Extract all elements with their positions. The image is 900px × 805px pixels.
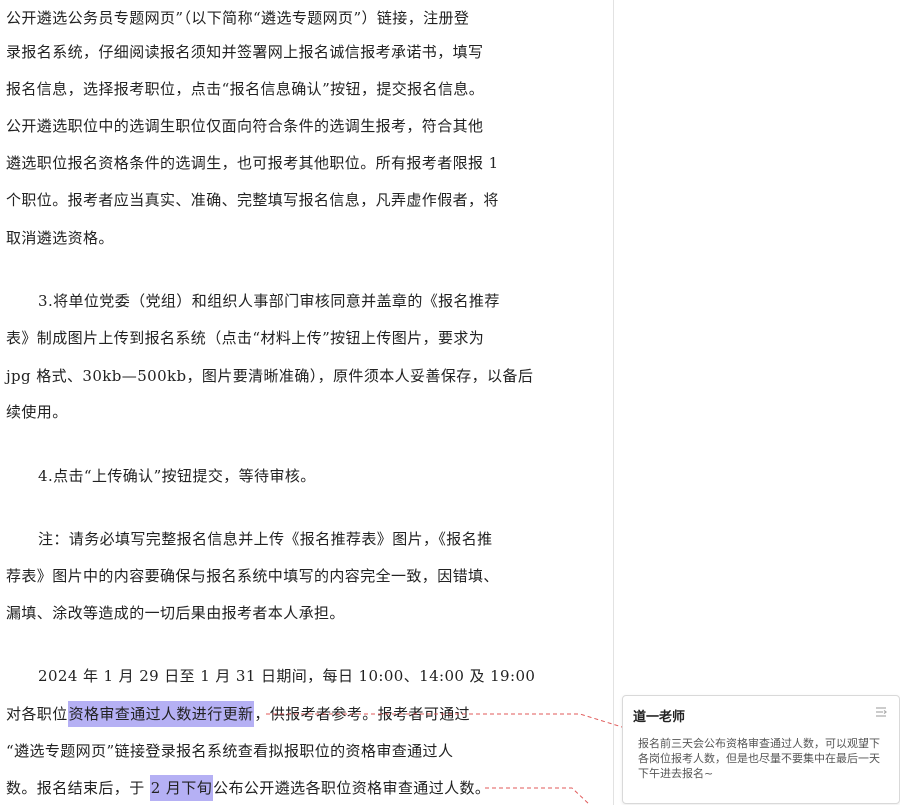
- comment-author: 道一老师: [633, 710, 686, 725]
- comment-text: 报名前三天会公布资格审查通过人数，可以观望下各岗位报考人数，但是也尽量不要集中在…: [638, 737, 880, 780]
- comment-card[interactable]: 道一老师 报名前三天会公布资格审查通过人数，可以观望下各岗位报考人数，但是也尽量…: [622, 695, 900, 804]
- comment-connector-lines: [266, 713, 623, 805]
- comment-menu-icon[interactable]: [875, 706, 887, 718]
